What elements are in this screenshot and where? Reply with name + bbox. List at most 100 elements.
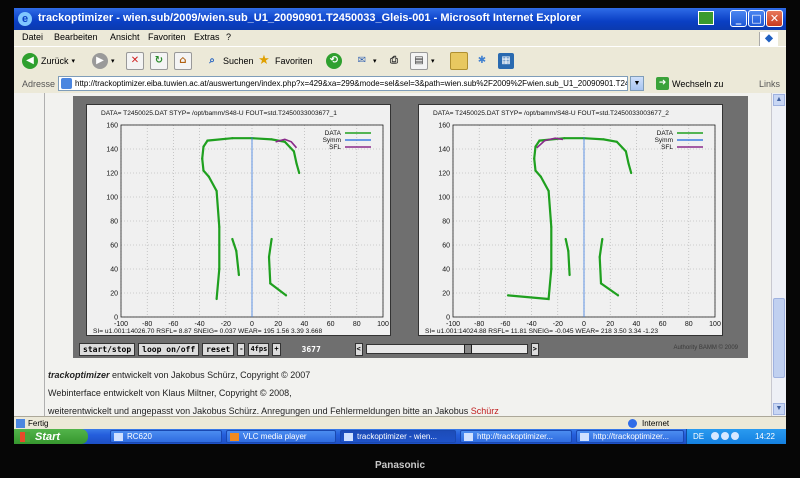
refresh-icon[interactable]: ↻	[150, 52, 168, 70]
edit-icon[interactable]: ▤	[410, 52, 428, 70]
start-stop-button[interactable]: start/stop	[79, 342, 136, 356]
x-tick-label: 80	[685, 321, 693, 328]
task-browser-2[interactable]: http://trackoptimizer...	[576, 430, 684, 443]
reset-button[interactable]: reset	[202, 342, 235, 356]
data-point	[564, 237, 567, 241]
task-label: http://trackoptimizer...	[593, 432, 670, 441]
tray-icon[interactable]	[711, 432, 719, 440]
stop-icon[interactable]: ✕	[126, 52, 144, 70]
task-trackoptimizer[interactable]: trackoptimizer - wien...	[340, 430, 456, 443]
forward-button[interactable]: ▶ ▾	[92, 52, 115, 70]
x-tick-label: -40	[527, 321, 537, 328]
vertical-scrollbar[interactable]: ▲ ▼	[771, 93, 786, 416]
menu-ansicht[interactable]: Ansicht	[110, 32, 140, 42]
back-arrow-icon: ◀	[22, 53, 38, 69]
back-dropdown-icon[interactable]: ▾	[72, 57, 76, 65]
favorites-button[interactable]: ★ Favoriten	[256, 52, 313, 70]
back-button[interactable]: ◀ Zurück ▾	[22, 52, 75, 70]
data-point	[506, 294, 510, 297]
scroll-thumb[interactable]	[773, 298, 785, 378]
data-point	[267, 255, 271, 259]
loop-button[interactable]: loop on/off	[138, 342, 200, 356]
menu-help[interactable]: ?	[226, 32, 231, 42]
x-tick-label: 60	[327, 321, 335, 328]
tray-icon[interactable]	[721, 432, 729, 440]
frame-slider[interactable]	[365, 344, 528, 354]
page-status-icon	[16, 419, 25, 428]
task-rc620[interactable]: RC620	[110, 430, 222, 443]
plot-header-left: DATA= T2450025.DAT STYP= /opt/bamm/S48-U…	[101, 110, 337, 117]
favorites-label: Favoriten	[275, 56, 313, 66]
data-point	[547, 189, 550, 193]
mail-dropdown-icon[interactable]: ▾	[373, 57, 377, 65]
menu-datei[interactable]: Datei	[22, 32, 43, 42]
task-label: trackoptimizer - wien...	[357, 432, 438, 441]
address-input[interactable]: http://trackoptimizer.eiba.tuwien.ac.at/…	[58, 76, 628, 91]
x-tick-label: 0	[250, 321, 254, 328]
x-tick-label: 20	[274, 321, 282, 328]
data-point	[215, 297, 218, 301]
x-tick-label: -60	[500, 321, 510, 328]
data-point	[630, 171, 633, 175]
status-text: Fertig	[28, 419, 49, 428]
data-point	[624, 150, 628, 153]
close-button[interactable]: ✕	[766, 10, 783, 27]
language-indicator[interactable]: DE	[693, 432, 704, 441]
windows-logo-icon	[20, 431, 30, 442]
x-tick-label: -60	[168, 321, 178, 328]
history-icon[interactable]: ⟲	[326, 53, 342, 69]
go-arrow-icon: ➜	[656, 77, 669, 90]
fps-plus-button[interactable]: +	[272, 342, 281, 356]
profile-plot-left: -100 -80 -60 -40 -20 0 20 40 60 80 100 0 20 40 60 80 100…	[86, 104, 391, 336]
links-button[interactable]: Links	[759, 79, 780, 89]
slider-knob[interactable]	[463, 344, 472, 354]
maximize-button[interactable]: □	[748, 10, 765, 27]
forward-dropdown-icon[interactable]: ▾	[111, 57, 115, 65]
author-link[interactable]: Schürz	[471, 406, 499, 416]
volume-icon[interactable]	[731, 432, 739, 440]
fps-minus-button[interactable]: -	[237, 342, 246, 356]
ie-logo-icon: e	[18, 12, 32, 26]
data-point	[616, 294, 620, 297]
slider-right-button[interactable]: >	[530, 342, 539, 356]
scroll-down-icon[interactable]: ▼	[773, 403, 785, 415]
title-bar[interactable]: e trackoptimizer - wien.sub/2009/wien.su…	[14, 8, 786, 30]
minimize-button[interactable]: _	[730, 10, 747, 27]
task-vlc[interactable]: VLC media player	[226, 430, 336, 443]
folder-icon[interactable]	[450, 52, 468, 70]
data-point	[295, 162, 298, 165]
go-button[interactable]: ➜ Wechseln zu	[656, 77, 723, 90]
home-icon[interactable]: ⌂	[174, 52, 192, 70]
page-content: -100 -80 -60 -40 -20 0 20 40 60 80 100 0 20 40 60 80 100…	[14, 93, 772, 416]
data-point	[538, 139, 541, 142]
edit-dropdown-icon[interactable]: ▾	[431, 57, 435, 65]
left-divider	[44, 93, 45, 416]
mail-icon[interactable]: ✉	[354, 53, 370, 69]
series-data	[201, 137, 301, 300]
address-dropdown-icon[interactable]: ▼	[630, 76, 644, 91]
ie-icon	[344, 433, 353, 441]
search-button[interactable]: ⌕ Suchen	[204, 52, 253, 70]
plot-credit: Authority BAMM © 2009	[673, 345, 738, 351]
menu-favoriten[interactable]: Favoriten	[148, 32, 186, 42]
menu-extras[interactable]: Extras	[194, 32, 220, 42]
messenger-icon[interactable]: ✱	[474, 53, 490, 69]
fps-display: 4fps	[248, 342, 270, 356]
task-label: RC620	[127, 432, 152, 441]
y-tick-label: 60	[442, 243, 450, 250]
print-icon[interactable]: ⎙	[386, 53, 402, 69]
research-icon[interactable]: ▦	[498, 53, 514, 69]
task-browser-1[interactable]: http://trackoptimizer...	[460, 430, 572, 443]
windows-flag-icon	[698, 11, 714, 25]
data-point	[235, 249, 238, 253]
start-button[interactable]: Start	[14, 429, 88, 444]
rc620-icon	[114, 433, 123, 441]
screen: e trackoptimizer - wien.sub/2009/wien.su…	[14, 8, 786, 444]
menu-bearbeiten[interactable]: Bearbeiten	[54, 32, 98, 42]
profile-chart-left: -100 -80 -60 -40 -20 0 20 40 60 80 100 0 20 40 60 80 100…	[106, 123, 389, 329]
data-point	[270, 138, 273, 141]
scroll-up-icon[interactable]: ▲	[773, 94, 785, 106]
slider-left-button[interactable]: <	[354, 342, 363, 356]
footer-line-1: trackoptimizer entwickelt von Jakobus Sc…	[48, 370, 499, 380]
data-point	[534, 145, 537, 148]
